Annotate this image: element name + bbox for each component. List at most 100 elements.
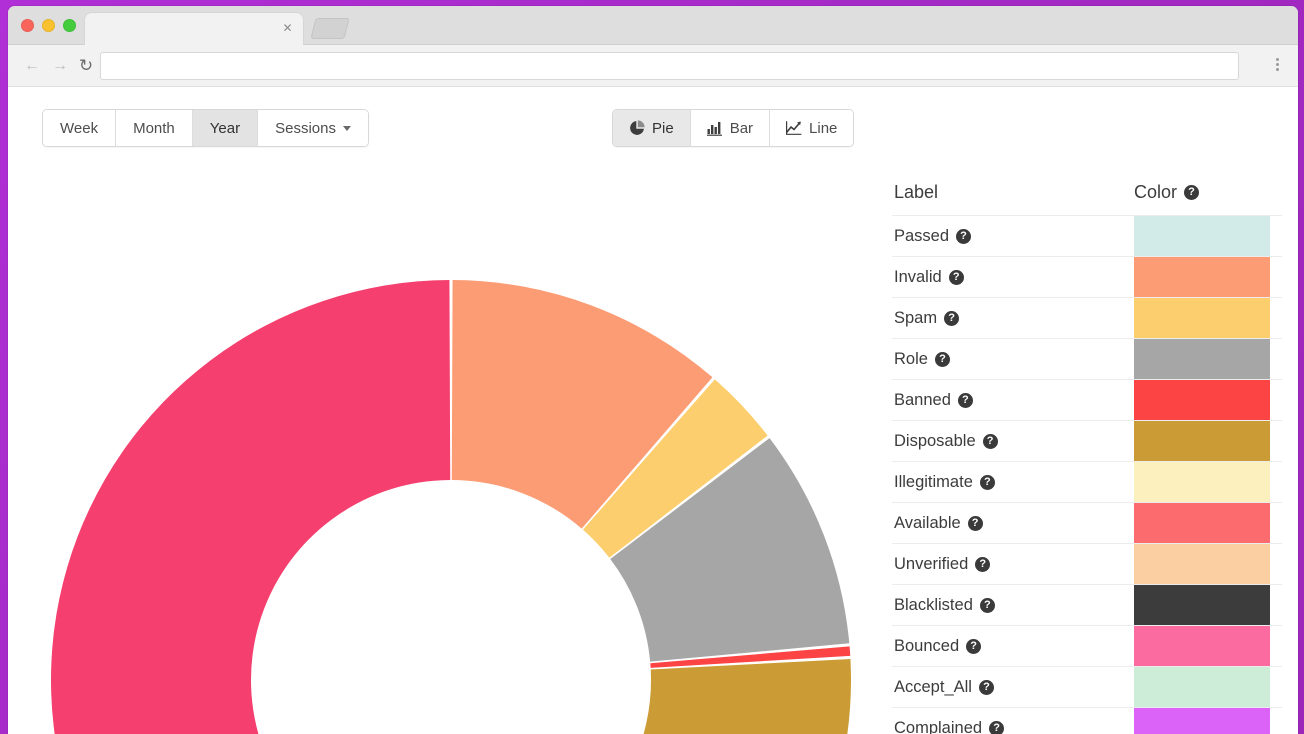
legend-row-label-cell: Illegitimate? [894, 462, 995, 503]
reload-icon[interactable]: ↻ [75, 55, 97, 77]
range-button-year[interactable]: Year [192, 110, 259, 146]
browser-tab[interactable]: ✕ [84, 12, 304, 45]
chart-type-button-pie[interactable]: Pie [613, 110, 691, 146]
help-icon[interactable]: ? [967, 516, 983, 531]
legend-row-label-cell: Invalid? [894, 257, 964, 298]
legend-header-color-cell: Color ? [1134, 182, 1200, 203]
legend-row-label-text: Bounced [894, 637, 960, 655]
help-icon[interactable]: ? [979, 598, 995, 613]
close-icon[interactable]: ✕ [280, 21, 295, 36]
pie-slice[interactable] [51, 280, 451, 734]
address-bar-input[interactable] [100, 52, 1239, 80]
legend-row-label-text: Accept_All [894, 678, 972, 696]
legend-row-label-text: Blacklisted [894, 596, 973, 614]
help-icon[interactable]: ? [944, 311, 960, 326]
window-close-button[interactable] [21, 19, 34, 32]
range-button-week[interactable]: Week [43, 110, 117, 146]
legend-row[interactable]: Banned? [892, 379, 1282, 421]
legend-row-color-swatch [1134, 339, 1270, 380]
help-icon[interactable]: ? [979, 475, 995, 490]
legend-row[interactable]: Role? [892, 338, 1282, 380]
sessions-dropdown-label: Sessions [275, 119, 336, 137]
help-icon[interactable]: ? [982, 434, 998, 449]
back-icon[interactable]: ← [21, 55, 43, 77]
legend-row-color-swatch [1134, 298, 1270, 339]
purple-background-frame: ✕ ← → ↻ Week Month Year Sessions Pie Bar… [0, 0, 1304, 734]
legend-row-label-text: Banned [894, 391, 951, 409]
legend-row[interactable]: Blacklisted? [892, 584, 1282, 626]
time-range-button-group: Week Month Year Sessions [42, 109, 369, 147]
legend-row-color-swatch [1134, 216, 1270, 257]
help-icon[interactable]: ? [989, 721, 1005, 734]
legend-row-label-text: Role [894, 350, 928, 368]
chevron-down-icon [342, 125, 351, 131]
browser-toolbar: ← → ↻ [8, 45, 1298, 87]
legend-row[interactable]: Disposable? [892, 420, 1282, 462]
legend-header-label-text: Label [894, 182, 939, 202]
pie-chart-icon [630, 120, 645, 135]
kebab-menu-icon[interactable] [1268, 56, 1286, 76]
new-tab-icon[interactable] [310, 18, 350, 39]
legend-row[interactable]: Illegitimate? [892, 461, 1282, 503]
help-icon[interactable]: ? [948, 270, 964, 285]
bar-chart-icon [706, 122, 722, 136]
legend-row-color-swatch [1134, 708, 1270, 734]
legend-row-label-text: Disposable [894, 432, 976, 450]
legend-row-label-cell: Disposable? [894, 421, 998, 462]
legend-row-color-swatch [1134, 585, 1270, 626]
legend-row-label-text: Passed [894, 227, 950, 245]
help-icon[interactable]: ? [978, 680, 994, 695]
legend-row-color-swatch [1134, 421, 1270, 462]
range-button-week-label: Week [60, 119, 99, 137]
chart-type-bar-label: Bar [729, 119, 754, 137]
donut-chart[interactable] [8, 157, 878, 734]
legend-row-label-cell: Available? [894, 503, 983, 544]
legend-row-label-cell: Bounced? [894, 626, 982, 667]
help-icon[interactable]: ? [975, 557, 991, 572]
legend-row-color-swatch [1134, 667, 1270, 708]
legend-row[interactable]: Complained? [892, 707, 1282, 734]
legend-row[interactable]: Accept_All? [892, 666, 1282, 708]
legend-row-color-swatch [1134, 380, 1270, 421]
pie-slice[interactable] [628, 658, 851, 734]
help-icon[interactable]: ? [956, 229, 972, 244]
legend-header-color-text: Color [1134, 182, 1178, 202]
pie-chart-container [8, 157, 878, 734]
legend-row[interactable]: Unverified? [892, 543, 1282, 585]
legend-row[interactable]: Passed? [892, 215, 1282, 257]
legend-row-color-swatch [1134, 544, 1270, 585]
window-maximize-button[interactable] [63, 19, 76, 32]
legend-row[interactable]: Spam? [892, 297, 1282, 339]
chart-type-button-bar[interactable]: Bar [690, 110, 771, 146]
help-icon[interactable]: ? [1184, 185, 1200, 200]
chart-type-button-group: Pie Bar Line [612, 109, 855, 147]
legend-row[interactable]: Invalid? [892, 256, 1282, 298]
legend-row-list: Passed? Invalid? Spam? Role? Banned? Disposab… [892, 215, 1282, 734]
legend-row[interactable]: Bounced? [892, 625, 1282, 667]
line-chart-icon [786, 121, 802, 135]
legend-row-label-cell: Accept_All? [894, 667, 994, 708]
legend-row-label-cell: Passed? [894, 216, 972, 257]
legend-row-color-swatch [1134, 626, 1270, 667]
legend-table: Label Color ? Passed? Invalid? Spam? Role? B… [892, 87, 1282, 734]
window-minimize-button[interactable] [42, 19, 55, 32]
legend-row-label-text: Spam [894, 309, 938, 327]
help-icon[interactable]: ? [934, 352, 950, 367]
forward-icon[interactable]: → [49, 55, 71, 77]
chart-type-button-line[interactable]: Line [770, 110, 854, 146]
range-button-month-label: Month [133, 119, 175, 137]
legend-row-label-text: Invalid [894, 268, 942, 286]
range-button-month[interactable]: Month [116, 110, 193, 146]
range-button-year-label: Year [209, 119, 241, 137]
browser-tab-strip: ✕ [8, 6, 1298, 45]
sessions-dropdown-button[interactable]: Sessions [258, 110, 368, 146]
legend-row-color-swatch [1134, 503, 1270, 544]
legend-row-color-swatch [1134, 462, 1270, 503]
help-icon[interactable]: ? [966, 639, 982, 654]
legend-row-label-cell: Complained? [894, 708, 1005, 734]
help-icon[interactable]: ? [957, 393, 973, 408]
legend-row[interactable]: Available? [892, 502, 1282, 544]
legend-row-label-cell: Banned? [894, 380, 973, 421]
dashboard-page: Week Month Year Sessions Pie Bar Line La… [8, 87, 1298, 734]
legend-row-label-text: Illegitimate [894, 473, 973, 491]
